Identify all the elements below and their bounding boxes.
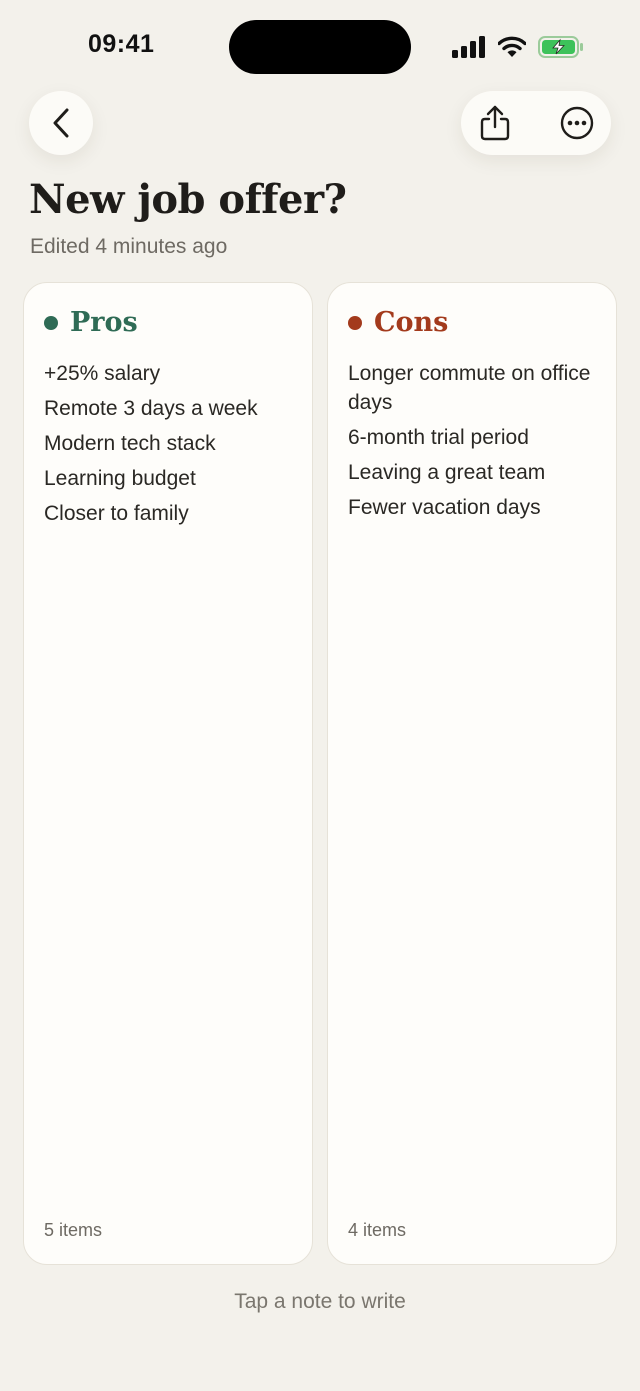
cons-dot (348, 315, 362, 330)
ellipsis-circle-icon (560, 106, 594, 140)
wifi-icon (498, 36, 526, 57)
page-title: New job offer? (29, 176, 347, 223)
dynamic-island (229, 20, 411, 74)
list-item: Closer to family (44, 502, 189, 525)
list-item: 6-month trial period (348, 426, 529, 449)
list-item: Remote 3 days a week (44, 397, 258, 420)
back-button[interactable] (29, 91, 93, 155)
pros-item-count: 5 items (44, 1220, 103, 1240)
cons-note[interactable]: Cons Longer commute on office days 6-mon… (327, 282, 617, 1265)
cons-item-count: 4 items (348, 1220, 407, 1240)
more-button[interactable] (555, 91, 599, 155)
chevron-left-icon (53, 108, 69, 138)
edited-timestamp: Edited 4 minutes ago (30, 235, 228, 258)
list-item: Fewer vacation days (348, 496, 541, 519)
pros-list: +25% salary Remote 3 days a week Modern … (44, 359, 294, 534)
tap-hint: Tap a note to write (234, 1290, 406, 1313)
cons-list: Longer commute on office days 6-month tr… (348, 359, 598, 528)
share-button[interactable] (475, 91, 515, 155)
list-item: Learning budget (44, 467, 196, 490)
action-pill (461, 91, 611, 155)
cellular-signal-icon (452, 36, 485, 58)
status-bar: 09:41 (0, 0, 640, 94)
share-icon (480, 105, 510, 141)
status-time: 09:41 (88, 30, 155, 58)
cons-title: Cons (374, 307, 449, 338)
list-item: +25% salary (44, 362, 161, 385)
pros-dot (44, 315, 58, 330)
list-item: Modern tech stack (44, 432, 216, 455)
list-item: Longer commute on office days (348, 362, 591, 414)
pros-header: Pros (44, 307, 138, 338)
cons-header: Cons (348, 307, 448, 338)
status-icons (452, 33, 584, 61)
battery-charging-icon (538, 36, 583, 58)
pros-note[interactable]: Pros +25% salary Remote 3 days a week Mo… (23, 282, 313, 1265)
list-item: Leaving a great team (348, 461, 546, 484)
pros-title: Pros (70, 307, 138, 338)
